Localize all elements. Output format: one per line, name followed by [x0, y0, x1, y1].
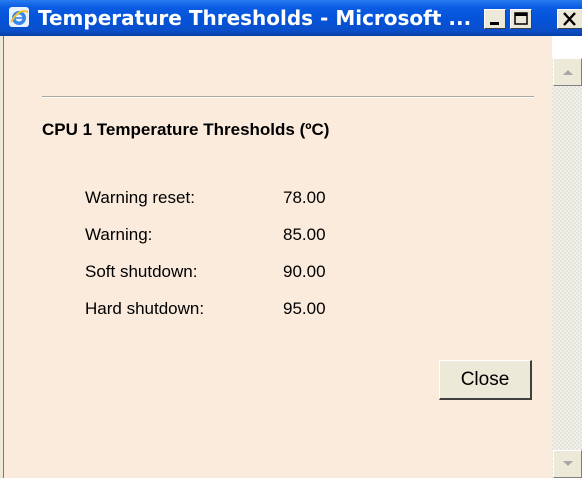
hard-shutdown-value: 95.00 [283, 299, 326, 318]
internet-explorer-icon [8, 6, 30, 28]
warning-reset-value: 78.00 [283, 188, 326, 207]
dialog-content: CPU 1 Temperature Thresholds (ºC) Warnin… [4, 36, 552, 478]
title-bar[interactable]: Temperature Thresholds - Microsoft ... [0, 0, 582, 36]
soft-shutdown-value: 90.00 [283, 262, 326, 281]
maximize-button[interactable] [510, 9, 532, 29]
warning-reset-label: Warning reset: [85, 188, 195, 207]
minimize-button[interactable] [484, 9, 506, 29]
soft-shutdown-label: Soft shutdown: [85, 262, 198, 281]
warning-label: Warning: [85, 225, 153, 244]
scroll-up-button[interactable] [553, 58, 582, 86]
window-title: Temperature Thresholds - Microsoft ... [38, 6, 472, 30]
separator-line [42, 96, 534, 98]
vertical-scrollbar[interactable] [552, 58, 582, 478]
scrollbar-top-cap [552, 36, 582, 58]
window-frame-bottom [0, 478, 582, 483]
section-heading: CPU 1 Temperature Thresholds (ºC) [42, 120, 330, 139]
close-button[interactable]: Close [439, 360, 532, 400]
browser-window: Temperature Thresholds - Microsoft ... C… [0, 0, 582, 483]
hard-shutdown-label: Hard shutdown: [85, 299, 205, 318]
scroll-down-button[interactable] [553, 450, 582, 478]
warning-value: 85.00 [283, 225, 326, 244]
close-window-button[interactable] [557, 9, 582, 29]
